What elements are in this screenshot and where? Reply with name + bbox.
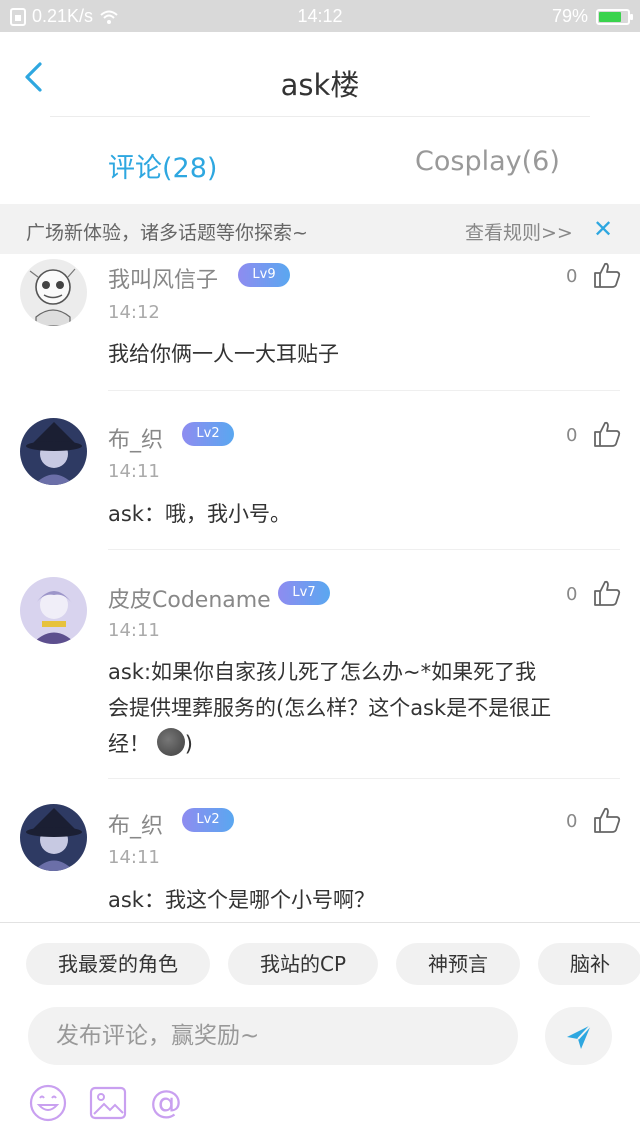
comment-text-segment: 经！ xyxy=(108,732,150,756)
tab-cosplay[interactable]: Cosplay(6) xyxy=(415,146,560,177)
topic-chip[interactable]: 我最爱的角色 xyxy=(26,943,210,985)
send-button[interactable] xyxy=(545,1007,612,1065)
comment-time: 14:12 xyxy=(108,302,160,323)
svg-text:@: @ xyxy=(150,1083,182,1121)
like-count: 0 xyxy=(566,266,578,287)
comment-text-line: 会提供埋葬服务的(怎么样？这个ask是不是很正 xyxy=(108,696,552,720)
topic-chip[interactable]: 我站的CP xyxy=(228,943,379,985)
notice-bar: 广场新体验，诸多话题等你探索~ 查看规则>> ✕ xyxy=(0,204,640,254)
level-badge: Lv2 xyxy=(182,422,234,446)
like-count: 0 xyxy=(566,584,578,605)
tab-comments[interactable]: 评论(28) xyxy=(108,146,217,185)
comment-username[interactable]: 布_织 xyxy=(108,808,163,840)
avatar[interactable] xyxy=(20,259,87,326)
status-right: 79% xyxy=(551,6,633,27)
status-bar: 0.21K/s 14:12 79% xyxy=(0,0,640,32)
thumbs-up-icon[interactable] xyxy=(592,578,622,608)
comment-text: ask:如果你自家孩儿死了怎么办~*如果死了我 会提供埋葬服务的(怎么样？这个a… xyxy=(108,654,618,762)
avatar[interactable] xyxy=(20,418,87,485)
comment-time: 14:11 xyxy=(108,847,160,868)
comment-time: 14:11 xyxy=(108,620,160,641)
notice-text: 广场新体验，诸多话题等你探索~ xyxy=(26,222,308,244)
comment-divider xyxy=(108,778,620,779)
comment-username[interactable]: 皮皮Codename xyxy=(108,582,271,614)
battery-icon xyxy=(596,8,633,25)
comment-divider xyxy=(108,549,620,550)
battery-fill xyxy=(599,11,622,22)
avatar[interactable] xyxy=(20,577,87,644)
comment-text-line: ask:如果你自家孩儿死了怎么办~*如果死了我 xyxy=(108,660,537,684)
level-badge: Lv7 xyxy=(278,581,330,605)
header-divider xyxy=(50,116,590,117)
close-icon[interactable]: ✕ xyxy=(593,215,613,243)
comment-text: 我给你俩一人一大耳贴子 xyxy=(108,342,339,366)
comment-text: ask：哦，我小号。 xyxy=(108,502,291,526)
like-count: 0 xyxy=(566,425,578,446)
comment-input[interactable] xyxy=(28,1007,518,1065)
avatar[interactable] xyxy=(20,804,87,871)
thumbs-up-icon[interactable] xyxy=(592,805,622,835)
topic-chip[interactable]: 神预言 xyxy=(396,943,521,985)
thumbs-up-icon[interactable] xyxy=(592,419,622,449)
send-icon xyxy=(567,1024,592,1049)
comment-username[interactable]: 我叫风信子 xyxy=(108,262,218,294)
battery-percent: 79% xyxy=(551,6,588,26)
comment-text: ask：我这个是哪个小号啊？ xyxy=(108,888,375,912)
mention-icon[interactable]: @ xyxy=(146,1083,186,1123)
moon-emoji-icon xyxy=(156,728,185,756)
level-badge: Lv2 xyxy=(182,808,234,832)
topic-chip[interactable]: 脑补 xyxy=(538,943,640,985)
tab-bar: 评论(28) Cosplay(6) xyxy=(0,118,640,204)
comment-time: 14:11 xyxy=(108,461,160,482)
status-time: 14:12 xyxy=(297,6,343,26)
comment-composer: 我最爱的角色我站的CP 神预言脑补 @ xyxy=(0,922,640,1138)
view-rules-link[interactable]: 查看规则>> xyxy=(465,218,573,245)
level-badge: Lv9 xyxy=(238,263,290,287)
header: ask楼 xyxy=(0,32,640,118)
page-title: ask楼 xyxy=(280,68,360,102)
topic-chips[interactable]: 我最爱的角色 我站的CP 神预言 脑补 xyxy=(26,943,640,985)
comment-list[interactable]: 我叫风信子 Lv9 14:12 我给你俩一人一大耳贴子 0 布_织 Lv2 14… xyxy=(0,254,640,922)
comment-text-line: 经！ ) xyxy=(108,726,618,762)
comment-username[interactable]: 布_织 xyxy=(108,422,163,454)
comment-divider xyxy=(108,390,620,391)
image-icon[interactable] xyxy=(88,1083,128,1123)
thumbs-up-icon[interactable] xyxy=(592,260,622,290)
comment-text-segment: ) xyxy=(184,732,193,756)
like-count: 0 xyxy=(566,811,578,832)
emoji-icon[interactable] xyxy=(28,1083,68,1123)
